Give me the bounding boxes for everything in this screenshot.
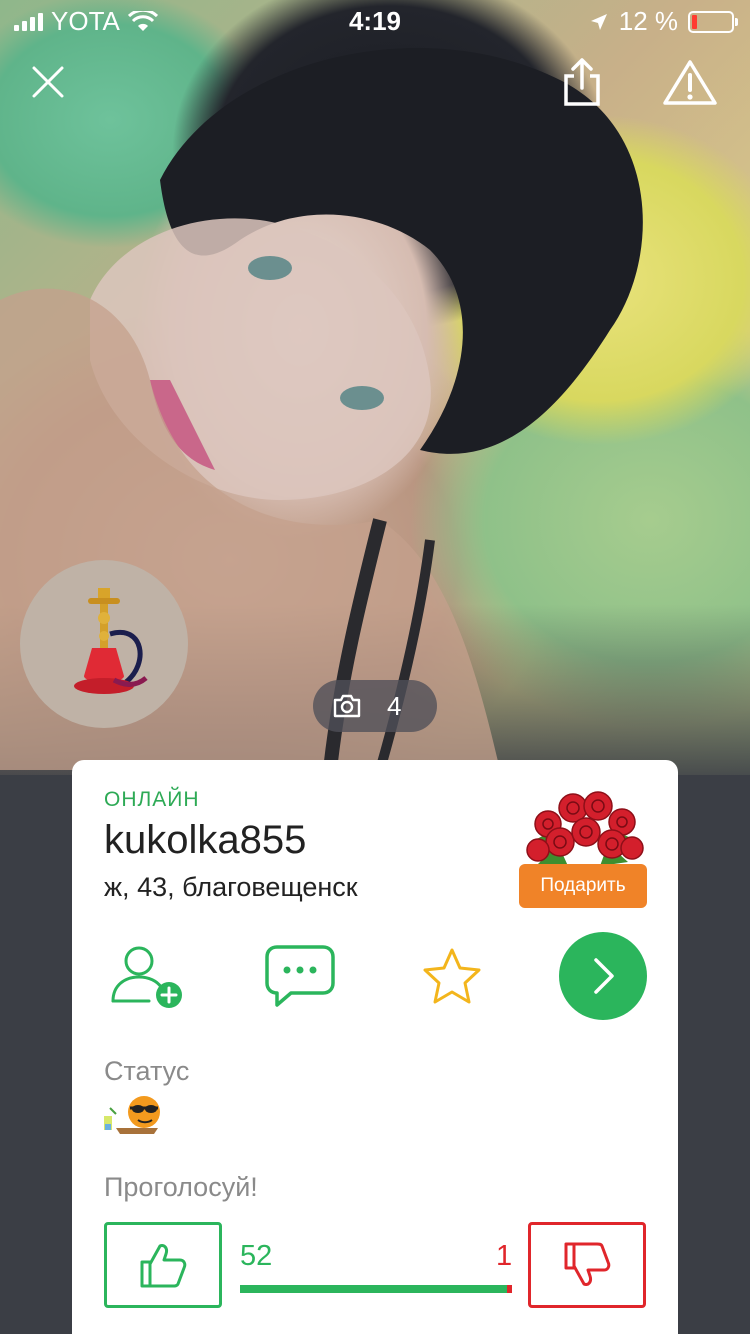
favorite-button[interactable] [412,930,492,1022]
status-bar: YOTA 4:19 12 % [0,0,750,40]
star-icon [423,948,481,1004]
user-details: ж, 43, благовещенск [104,872,358,902]
close-icon [32,66,64,98]
report-button[interactable] [662,58,718,106]
chat-bubble-icon [265,945,335,1007]
dislikes-count: 1 [496,1240,513,1272]
status-heading: Статус [104,1056,190,1086]
vote-ratio-bar [240,1285,512,1293]
like-button[interactable] [104,1222,222,1308]
sunbathing-emoji-icon [104,1096,160,1134]
camera-icon [333,694,361,718]
share-button[interactable] [560,56,604,108]
vote-heading: Проголосуй! [104,1172,258,1202]
message-button[interactable] [260,930,340,1022]
thumbs-up-icon [140,1244,187,1288]
share-icon [564,58,600,106]
chevron-right-icon [594,958,614,994]
next-profile-button[interactable] [559,932,647,1020]
profile-card: ОНЛАЙН kukolka855 ж, 43, благовещенск По… [72,760,678,1334]
add-friend-icon [111,946,182,1008]
avatar[interactable] [20,560,188,728]
profile-photo[interactable]: YOTA 4:19 12 % 4 [0,0,750,775]
thumbs-down-icon [564,1242,611,1286]
vote-ratio-fill [240,1285,507,1293]
username: kukolka855 [104,818,307,862]
location-arrow-icon [590,13,607,30]
warning-icon [663,60,717,105]
likes-count: 52 [240,1240,273,1272]
add-friend-button[interactable] [108,930,188,1022]
dislike-button[interactable] [528,1222,646,1308]
battery-percent: 12 % [618,6,678,36]
hookah-avatar-image [74,588,148,694]
photo-counter[interactable]: 4 [313,680,437,732]
close-button[interactable] [28,62,68,102]
photo-count-value: 4 [387,690,402,721]
battery-icon [688,10,738,33]
gift-button[interactable]: Подарить [519,864,647,908]
status-bar-right: 12 % [589,6,738,37]
action-row [72,930,678,1022]
online-indicator: ОНЛАЙН [104,788,200,811]
